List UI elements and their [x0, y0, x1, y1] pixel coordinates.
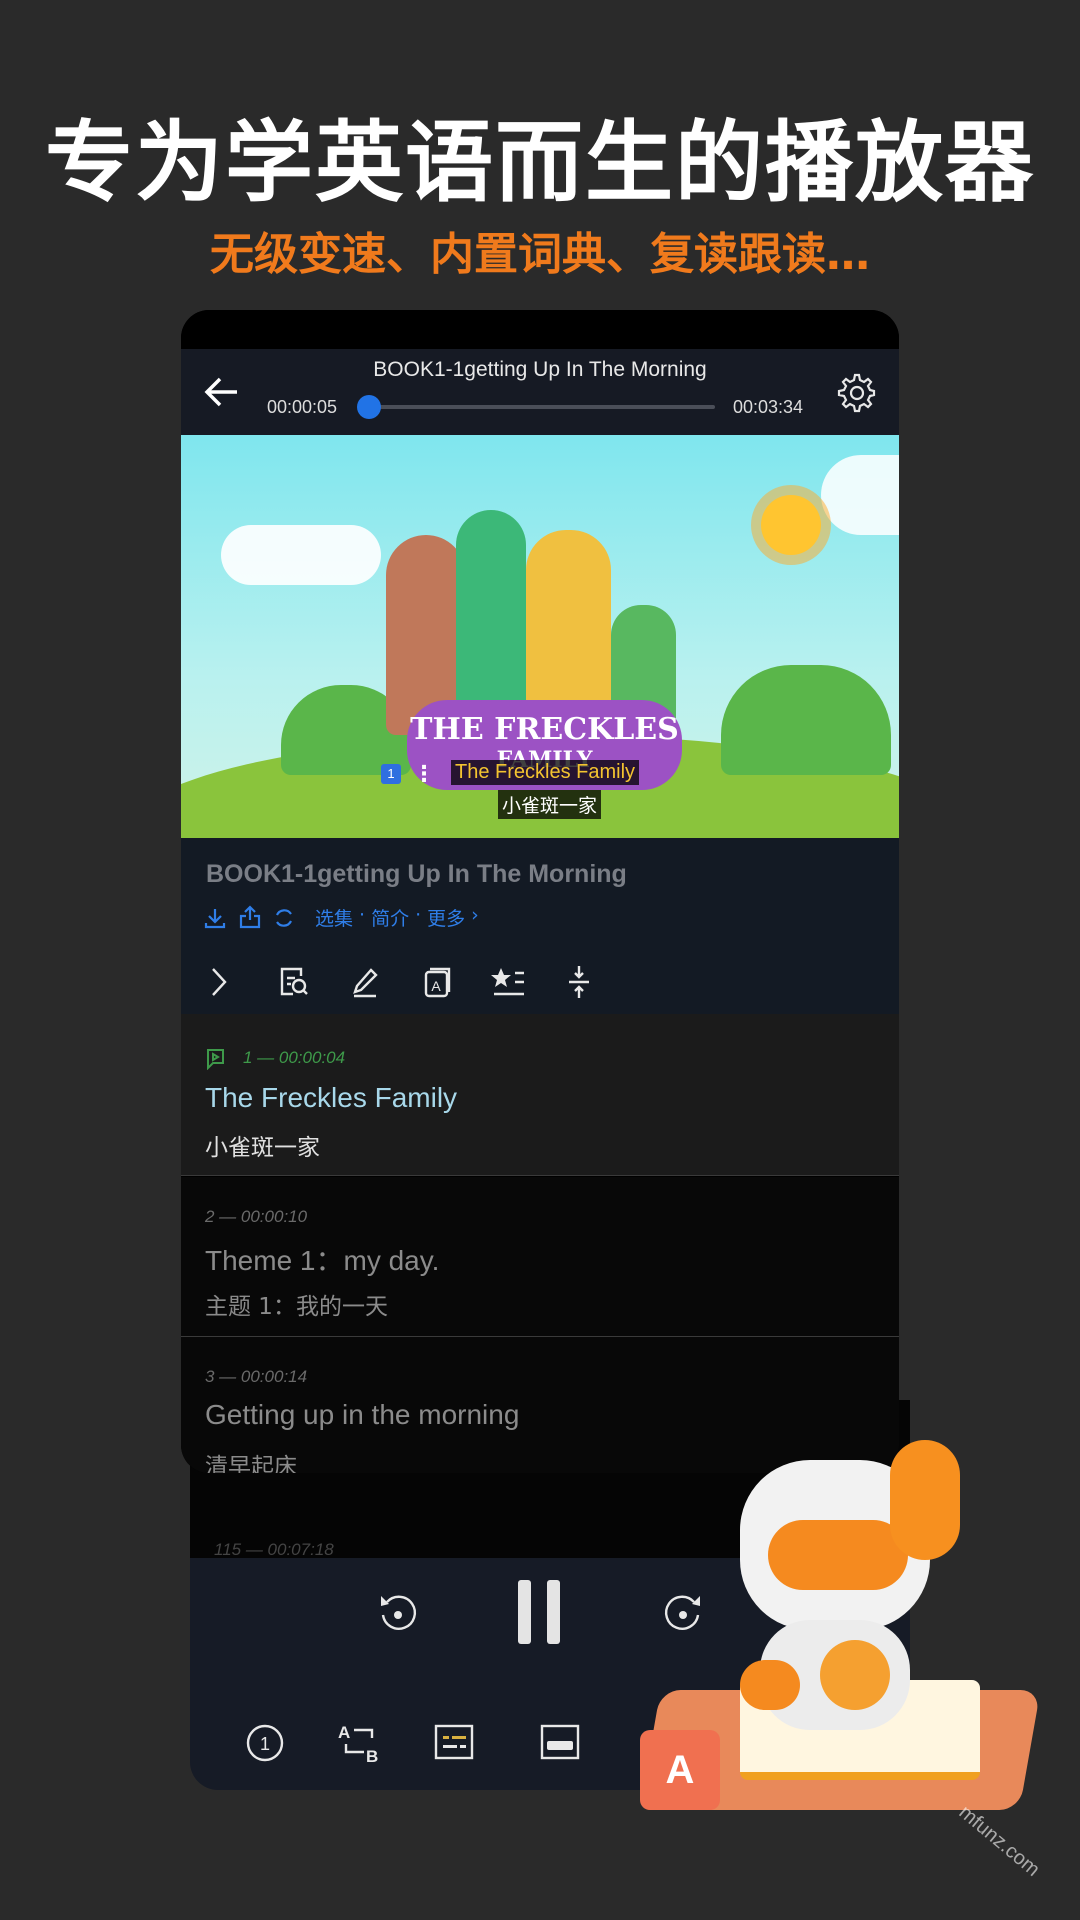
- svg-text:B: B: [366, 1747, 378, 1764]
- link-more[interactable]: 更多: [427, 904, 465, 931]
- status-bar: [181, 310, 899, 349]
- promo-headline: 专为学英语而生的播放器: [44, 111, 1035, 214]
- download-icon[interactable]: [203, 906, 227, 930]
- subtitle-zh: 小雀斑一家: [205, 1135, 320, 1161]
- subtitle-en: The Freckles Family: [205, 1082, 458, 1113]
- mascot-illustration: A: [639, 1440, 1041, 1850]
- info-title: BOOK1-1getting Up In The Morning: [206, 860, 627, 888]
- subtitle-search-icon[interactable]: [279, 966, 309, 998]
- current-time: 00:00:05: [267, 397, 338, 417]
- subtitle-icon[interactable]: [434, 1724, 474, 1760]
- more-vertical-icon[interactable]: ⋮: [413, 761, 435, 787]
- subtitle-index-badge[interactable]: 1: [381, 764, 401, 784]
- subtitle-meta: 2 — 00:00:10: [205, 1207, 308, 1226]
- video-frame[interactable]: THE FRECKLES FAMILY 1 ⋮ The Freckles Fam…: [181, 435, 899, 838]
- bottom-bar-icon[interactable]: [540, 1724, 580, 1760]
- link-episodes[interactable]: 选集: [315, 904, 353, 931]
- chevron-right-icon[interactable]: [209, 966, 229, 998]
- subtitle-en: Getting up in the morning: [205, 1399, 520, 1430]
- settings-gear-icon[interactable]: [837, 373, 877, 413]
- video-info: BOOK1-1getting Up In The Morning 选集 · 简介 ·…: [181, 838, 899, 1014]
- subtitle-meta: 115 — 00:07:18: [214, 1540, 334, 1559]
- rewind-icon[interactable]: [375, 1590, 421, 1636]
- subtitle-en: Theme 1：my day.: [205, 1245, 440, 1276]
- svg-text:1: 1: [260, 1734, 270, 1754]
- playing-subtitle-icon: [207, 1049, 224, 1070]
- share-icon[interactable]: [238, 904, 262, 930]
- total-time: 00:03:34: [733, 397, 804, 417]
- progress-thumb[interactable]: [357, 395, 381, 419]
- subtitle-meta: 3 — 00:00:14: [205, 1367, 308, 1386]
- chevron-right-icon[interactable]: ›: [471, 904, 479, 931]
- dictionary-icon[interactable]: A: [423, 966, 451, 998]
- progress-track[interactable]: [357, 395, 715, 419]
- info-links: 选集 · 简介 · 更多 ›: [315, 904, 479, 931]
- compress-icon[interactable]: [567, 964, 591, 1000]
- repeat-one-icon[interactable]: 1: [242, 1720, 288, 1766]
- ab-repeat-icon[interactable]: AB: [336, 1718, 382, 1764]
- edit-pencil-icon[interactable]: [351, 966, 379, 998]
- pause-icon[interactable]: [518, 1580, 531, 1644]
- player-screen: BOOK1-1getting Up In The Morning 00:00:0…: [181, 310, 899, 1473]
- subtitle-meta: 1 — 00:00:04: [243, 1048, 346, 1067]
- favorites-list-icon[interactable]: [491, 966, 527, 998]
- sun-illustration: [761, 495, 821, 555]
- pause-icon-bar[interactable]: [547, 1580, 560, 1644]
- subtitle-zh: 清早起床: [205, 1454, 297, 1473]
- player-header: BOOK1-1getting Up In The Morning 00:00:0…: [181, 349, 899, 435]
- subtitle-zh: 主题 1：我的一天: [205, 1294, 388, 1320]
- subtitle-item[interactable]: 1 — 00:00:04 The Freckles Family 小雀斑一家: [181, 1014, 899, 1176]
- video-subtitle-en: The Freckles Family: [451, 760, 640, 785]
- svg-text:A: A: [431, 978, 441, 994]
- link-intro[interactable]: 简介: [371, 904, 409, 931]
- svg-text:A: A: [338, 1723, 350, 1742]
- video-subtitle-zh: 小雀斑一家: [498, 790, 602, 819]
- subtitle-item[interactable]: 2 — 00:00:10 Theme 1：my day. 主题 1：我的一天: [181, 1177, 899, 1337]
- promo-subline: 无级变速、内置词典、复读跟读…: [210, 229, 870, 280]
- refresh-icon[interactable]: [272, 906, 296, 930]
- video-title: BOOK1-1getting Up In The Morning: [373, 358, 707, 381]
